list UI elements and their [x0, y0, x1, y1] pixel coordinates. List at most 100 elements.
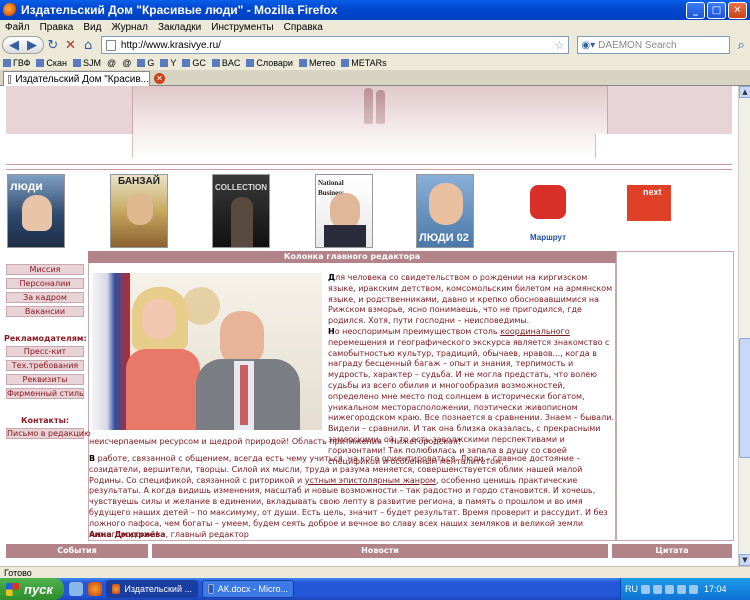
banner-center — [132, 86, 608, 134]
menu-help[interactable]: Справка — [279, 22, 328, 33]
header-banner — [6, 86, 732, 134]
firefox-icon — [3, 3, 17, 17]
sidebar-item-requisites[interactable]: Реквизиты — [6, 374, 84, 385]
search-go-icon[interactable]: ⌕ — [732, 36, 750, 54]
bookmark-at-1[interactable]: @ — [104, 58, 119, 68]
editor-role: , главный редактор — [165, 530, 249, 539]
sidebar-item-corporate-style[interactable]: Фирменный стиль — [6, 388, 84, 399]
menu-bar: Файл Правка Вид Журнал Закладки Инструме… — [0, 20, 750, 34]
menu-history[interactable]: Журнал — [106, 22, 153, 33]
bookmark-scan[interactable]: Скан — [33, 58, 70, 68]
magazine-label: Маршрут — [529, 233, 566, 242]
maximize-button[interactable]: □ — [707, 1, 726, 19]
bookmark-dictionaries[interactable]: Словари — [243, 58, 296, 68]
link-epistolary-genre[interactable]: устным эпистолярным жанром — [305, 476, 436, 485]
quote-tab[interactable]: Цитата — [612, 544, 732, 558]
volume-icon[interactable] — [689, 584, 698, 594]
page-icon — [105, 39, 116, 51]
scroll-down-icon[interactable]: ▼ — [739, 554, 750, 566]
menu-tools[interactable]: Инструменты — [206, 22, 278, 33]
back-arrow-icon[interactable]: ◀ — [5, 36, 23, 54]
bookmark-icon — [211, 59, 220, 67]
start-label: пуск — [24, 581, 53, 597]
editor-photo — [92, 273, 322, 430]
sidebar-item-mission[interactable]: Миссия — [6, 264, 84, 275]
tray-icon[interactable] — [665, 584, 674, 594]
sidebar-item-vacancies[interactable]: Вакансии — [6, 306, 84, 317]
sidebar-item-personalities[interactable]: Персоналии — [6, 278, 84, 289]
search-placeholder: DAEMON Search — [598, 39, 677, 51]
figure-silhouette — [376, 90, 385, 124]
url-bar[interactable]: http://www.krasivye.ru/ ☆ — [100, 36, 570, 54]
editorial-paragraph-1: Для человека со свидетельством о рождени… — [328, 273, 614, 327]
close-button[interactable]: ✕ — [728, 1, 747, 19]
minimize-button[interactable]: _ — [686, 1, 705, 19]
bookmark-y[interactable]: Y — [157, 58, 179, 68]
close-tab-icon[interactable]: ✕ — [154, 73, 165, 84]
stop-icon[interactable]: ✕ — [62, 36, 80, 54]
search-input[interactable]: ◉▾ DAEMON Search — [577, 36, 731, 54]
magazine-marshrut[interactable]: Маршрут — [519, 174, 577, 248]
bookmark-metars[interactable]: METARs — [338, 58, 389, 68]
drop-cap: Н — [328, 327, 335, 336]
vertical-scrollbar[interactable]: ▲ ▼ — [738, 86, 750, 566]
sidebar-item-tech-requirements[interactable]: Тех.требования — [6, 360, 84, 371]
scroll-up-icon[interactable]: ▲ — [739, 86, 750, 98]
language-indicator[interactable]: RU — [625, 584, 638, 594]
magazine-collection[interactable]: COLLECTION — [212, 174, 270, 248]
magazine-lyudi-02[interactable]: ЛЮДИ 02 — [416, 174, 474, 248]
link-coordinal[interactable]: координального — [500, 327, 570, 336]
bookmark-sjm[interactable]: SJM — [70, 58, 104, 68]
taskbar-item-firefox[interactable]: Издательский ... — [106, 580, 198, 598]
menu-view[interactable]: Вид — [78, 22, 106, 33]
divider — [6, 164, 732, 165]
bookmark-at-2[interactable]: @ — [119, 58, 134, 68]
paragraph-text: о неоспоримым преимуществом столь — [334, 327, 501, 336]
divider — [6, 169, 732, 170]
tray-icon[interactable] — [677, 584, 686, 594]
forward-arrow-icon[interactable]: ▶ — [23, 36, 41, 54]
bookmark-gvf[interactable]: ГВФ — [0, 58, 33, 68]
quicklaunch-desktop-icon[interactable] — [69, 582, 83, 596]
scroll-thumb[interactable] — [739, 338, 750, 458]
signature: Анна Дмитриева, главный редактор — [89, 530, 249, 539]
menu-file[interactable]: Файл — [0, 22, 35, 33]
tab-title: Издательский Дом "Красив... — [15, 73, 149, 85]
system-tray: RU 17:04 — [620, 578, 750, 600]
start-button[interactable]: пуск — [0, 578, 64, 600]
sidebar-item-press-kit[interactable]: Пресс-кит — [6, 346, 84, 357]
menu-edit[interactable]: Правка — [35, 22, 79, 33]
sidebar-item-letter[interactable]: Письмо в редакцию — [6, 428, 91, 439]
photo-woman-dress — [126, 349, 200, 430]
tray-icon[interactable] — [641, 584, 650, 594]
bookmark-bac[interactable]: BAC — [209, 58, 244, 68]
events-tab[interactable]: События — [6, 544, 148, 558]
navigation-toolbar: ◀ ▶ ↻ ✕ ⌂ http://www.krasivye.ru/ ☆ ◉▾ D… — [0, 34, 750, 56]
news-tab[interactable]: Новости — [152, 544, 608, 558]
magazine-next[interactable]: next — [620, 174, 678, 248]
search-engine-icon[interactable]: ◉▾ — [581, 40, 595, 51]
photo-woman-face — [142, 299, 176, 339]
taskbar-item-word[interactable]: АК.docx - Micro... — [202, 580, 294, 598]
magazine-national-business[interactable]: National Business — [315, 174, 373, 248]
menu-bookmarks[interactable]: Закладки — [153, 22, 206, 33]
sidebar-item-behind-scenes[interactable]: За кадром — [6, 292, 84, 303]
magazine-lyudi[interactable]: люди — [7, 174, 65, 248]
bookmark-icon — [246, 59, 255, 67]
magazine-label: БАНЗАЙ — [118, 176, 160, 187]
tray-icon[interactable] — [653, 584, 662, 594]
bookmark-g[interactable]: G — [134, 58, 157, 68]
tab-krasivye[interactable]: Издательский Дом "Красив... — [3, 71, 150, 86]
magazine-banzai[interactable]: БАНЗАЙ — [110, 174, 168, 248]
quicklaunch-firefox-icon[interactable] — [88, 582, 102, 596]
editorial-paragraph-2-end: неисчерпаемым ресурсом и щедрой природой… — [89, 437, 461, 446]
taskbar: пуск Издательский ... АК.docx - Micro...… — [0, 578, 750, 600]
reload-icon[interactable]: ↻ — [44, 36, 62, 54]
bookmark-icon — [182, 59, 191, 67]
column-title: Колонка главного редактора — [88, 251, 616, 263]
cover-face — [429, 183, 463, 225]
bookmark-meteo[interactable]: Метео — [296, 58, 338, 68]
bookmark-gc[interactable]: GC — [179, 58, 209, 68]
bookmark-star-icon[interactable]: ☆ — [555, 39, 565, 52]
home-icon[interactable]: ⌂ — [79, 36, 97, 54]
